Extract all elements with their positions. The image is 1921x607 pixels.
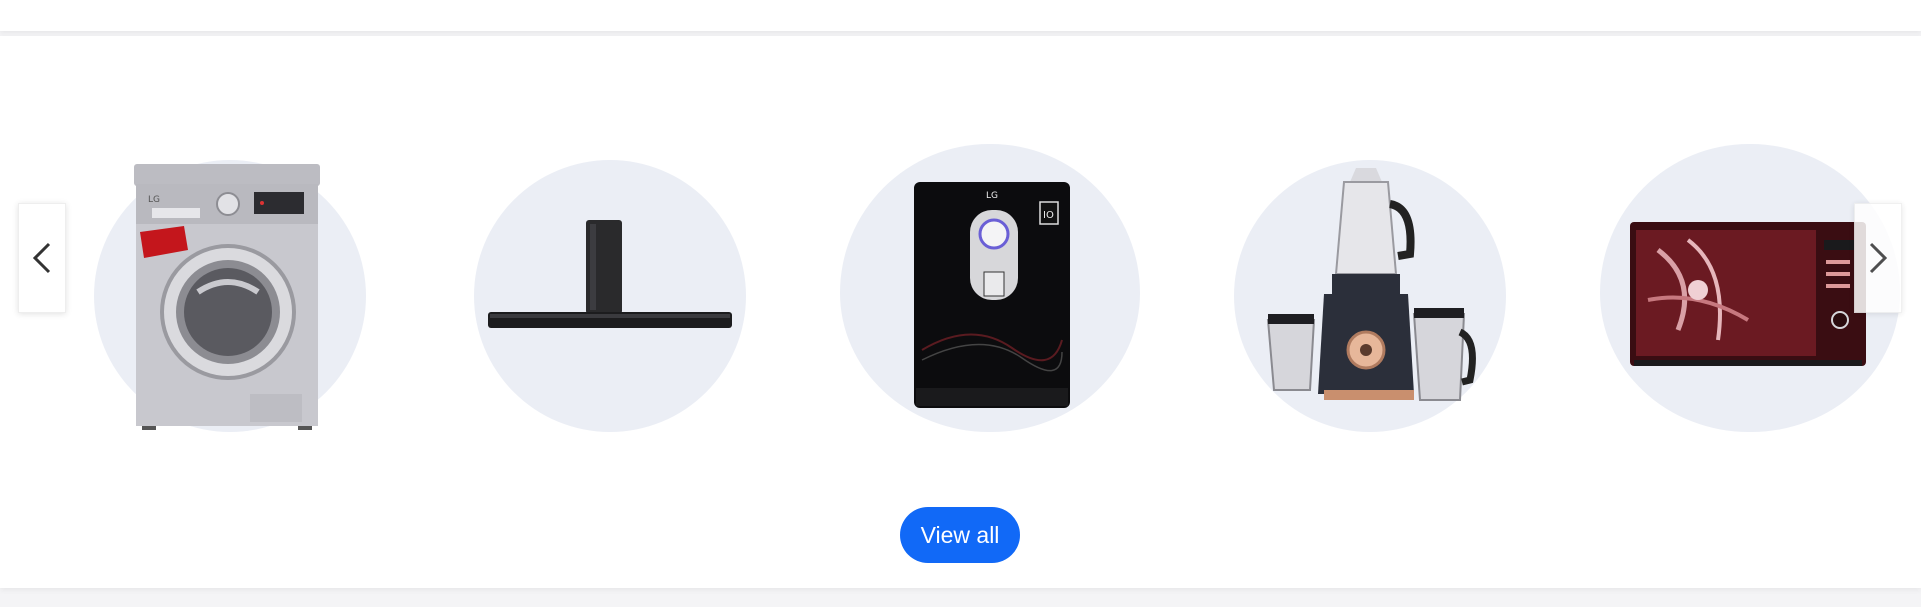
washing-machine-icon: LG — [134, 164, 320, 430]
carousel-next-button[interactable] — [1854, 203, 1902, 313]
svg-text:LG: LG — [148, 195, 160, 205]
mixer-grinder-icon — [1266, 168, 1476, 401]
view-all-button[interactable]: View all — [900, 507, 1020, 563]
carousel-track: LG LG IO — [0, 36, 1921, 476]
svg-text:LG: LG — [986, 191, 998, 201]
carousel-item-soundbar[interactable] — [474, 122, 746, 432]
carousel-prev-button[interactable] — [18, 203, 66, 313]
water-purifier-icon: LG IO — [914, 182, 1070, 408]
svg-text:IO: IO — [1043, 210, 1054, 221]
carousel-item-washing-machine[interactable]: LG — [94, 122, 366, 432]
carousel-item-mixer-grinder[interactable] — [1234, 122, 1506, 432]
chevron-right-icon — [1869, 242, 1888, 274]
soundbar-icon — [488, 220, 732, 328]
carousel-item-water-purifier[interactable]: LG IO — [840, 108, 1140, 432]
chevron-left-icon — [32, 242, 51, 274]
top-header-bar — [0, 0, 1921, 31]
product-carousel-section: LG LG IO View all — [0, 36, 1921, 588]
microwave-oven-icon — [1630, 222, 1866, 366]
